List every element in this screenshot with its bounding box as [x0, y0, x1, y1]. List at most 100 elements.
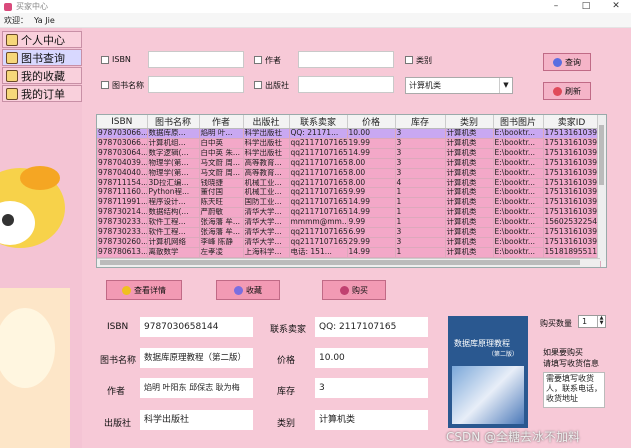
table-cell: 陈天旺 [199, 197, 244, 209]
mascot-illustration [0, 166, 70, 448]
buy-button[interactable]: 购买 [322, 280, 386, 300]
sidebar-item-favorites[interactable]: 我的收藏 [2, 67, 82, 84]
detail-title-value: 数据库原理教程（第二版） [140, 348, 253, 368]
address-textarea[interactable]: 需要填写收货人，联系电话，收货地址 [543, 372, 605, 408]
column-header[interactable]: 图书图片 [493, 115, 544, 129]
table-cell: 3 [395, 158, 446, 169]
table-horizontal-scrollbar[interactable] [97, 258, 600, 267]
minimize-button[interactable]: – [541, 0, 571, 13]
table-cell: 3 [395, 128, 446, 139]
column-header[interactable]: 联系卖家 [289, 115, 348, 129]
table-vertical-scrollbar[interactable] [597, 115, 606, 261]
column-header[interactable]: ISBN [97, 115, 148, 129]
column-header[interactable]: 出版社 [243, 115, 290, 129]
table-row[interactable]: 978730233... 软件工程... 张海藩 牟... 清华大学... mmmm@m… [97, 217, 601, 229]
isbn-checkbox[interactable] [101, 56, 109, 64]
favorite-button[interactable]: 收藏 [216, 280, 280, 300]
table-cell: 10.00 [347, 128, 396, 139]
table-cell: 17513161039 [543, 197, 601, 209]
table-cell: 计算机类 [445, 158, 494, 169]
refresh-button-label: 刷新 [565, 86, 581, 96]
title-search-input[interactable] [148, 76, 244, 93]
detail-category-value: 计算机类 [315, 410, 428, 430]
table-cell: 9.99 [347, 187, 396, 199]
refresh-button[interactable]: 刷新 [543, 82, 591, 100]
table-row[interactable]: 978703064... 数字逻辑(... 白中英 朱... 科学出版社 qq21171… [97, 148, 601, 159]
table-cell: 1 [395, 187, 446, 199]
table-cell: 计算机网络 [147, 237, 200, 248]
table-cell: 3 [395, 168, 446, 179]
search-button[interactable]: 查询 [543, 53, 591, 71]
quantity-spinner[interactable]: 1 ▲ ▼ [578, 315, 606, 328]
column-header[interactable]: 作者 [199, 115, 244, 129]
table-cell: 1 [395, 207, 446, 219]
table-cell: 17513161039 [543, 158, 601, 169]
close-button[interactable]: ✕ [601, 0, 631, 13]
author-checkbox[interactable] [254, 56, 262, 64]
author-search-input[interactable] [298, 51, 394, 68]
table-cell: 清华大学... [243, 227, 290, 238]
table-cell: 17513161039 [543, 138, 601, 149]
table-row[interactable]: 978703066... 数据库原... 焰明 叶... 科学出版社 QQ: 21171… [97, 128, 601, 139]
sidebar-item-book-search[interactable]: 图书查询 [2, 49, 82, 66]
table-cell: 17513161039 [543, 227, 601, 238]
column-header[interactable]: 图书名称 [147, 115, 200, 129]
table-cell: 计算机类 [445, 138, 494, 149]
table-row[interactable]: 978711154... 3D拉汇编... 钱晓捷 机械工业... qq21171071… [97, 178, 601, 189]
table-row[interactable]: 978704039... 物理学(第... 马文蔚 周... 高等教育... qq211… [97, 158, 601, 169]
maximize-button[interactable]: □ [571, 0, 601, 13]
category-select[interactable]: 计算机类 ▼ [405, 77, 513, 94]
table-cell: 科学出版社 [243, 128, 290, 139]
category-select-value: 计算机类 [409, 81, 441, 90]
table-cell: qq2117107165 [289, 227, 348, 238]
table-cell: qq2117107165 [289, 168, 348, 179]
table-cell: 978730233... [97, 217, 148, 229]
table-cell: 数据库原... [147, 128, 200, 139]
detail-stock-label: 库存 [277, 387, 296, 397]
table-cell: 978703064... [97, 148, 148, 159]
table-cell: E:\booktr... [493, 197, 544, 209]
detail-stock-value: 3 [315, 378, 428, 398]
view-details-button[interactable]: 查看详情 [106, 280, 182, 300]
publisher-search-input[interactable] [298, 76, 394, 93]
sidebar: 个人中心 图书查询 我的收藏 我的订单 [0, 28, 82, 448]
table-row[interactable]: 978730260... 计算机网络 李峰 陈静 清华大学... qq211710716… [97, 237, 601, 248]
title-checkbox[interactable] [101, 81, 109, 89]
sidebar-item-personal-center[interactable]: 个人中心 [2, 31, 82, 48]
column-header[interactable]: 类别 [445, 115, 494, 129]
table-cell: 计算机类 [445, 227, 494, 238]
chevron-down-icon: ▼ [499, 78, 512, 93]
table-cell: 焰明 叶... [199, 128, 244, 139]
table-row[interactable]: 978704040... 物理学(第... 马文蔚 周... 高等教育... qq211… [97, 168, 601, 179]
table-cell: 17513161039 [543, 128, 601, 139]
book-table[interactable]: ISBN 图书名称 作者 出版社 联系卖家 价格 库存 类别 图书图片 卖家ID 97870306… [96, 114, 607, 268]
table-row[interactable]: 978711160... Python程... 董付国 机械工业... qq211710… [97, 187, 601, 199]
column-header[interactable]: 价格 [347, 115, 396, 129]
sidebar-item-orders[interactable]: 我的订单 [2, 85, 82, 102]
table-row[interactable]: 978730214... 数据结构(... 严蔚敏 清华大学... qq21171071… [97, 207, 601, 219]
isbn-filter-label: ISBN [112, 55, 131, 64]
table-cell: 3 [395, 227, 446, 238]
favorite-label: 收藏 [246, 285, 262, 295]
table-cell: qq2117107165 [289, 158, 348, 169]
app-icon [4, 2, 12, 11]
table-row[interactable]: 978711991... 程序设计... 陈天旺 国防工业... qq211710716… [97, 197, 601, 209]
table-cell: 1 [395, 197, 446, 209]
table-row[interactable]: 978730233... 软件工程... 张海藩 牟... 清华大学... qq2117… [97, 227, 601, 238]
column-header[interactable]: 库存 [395, 115, 446, 129]
publisher-checkbox[interactable] [254, 81, 262, 89]
table-row[interactable]: 978703066... 计算机组... 白中英 科学出版社 qq2117107165 1… [97, 138, 601, 149]
category-checkbox[interactable] [405, 56, 413, 64]
table-cell: 8.00 [347, 168, 396, 179]
detail-price-value: 10.00 [315, 348, 428, 368]
detail-title-label: 图书名称 [100, 356, 137, 366]
table-cell: 计算机类 [445, 187, 494, 199]
table-cell: 高等教育... [243, 168, 290, 179]
column-header[interactable]: 卖家ID [543, 115, 601, 129]
spinner-arrows-icon[interactable]: ▲ ▼ [597, 316, 605, 327]
table-cell: 978730260... [97, 237, 148, 248]
table-cell: 9.99 [347, 217, 396, 229]
table-cell: E:\booktr... [493, 247, 544, 258]
isbn-search-input[interactable] [148, 51, 244, 68]
table-row[interactable]: 978780613... 离散数学 左孝凌 上海科学... 电话: 151... 14.9… [97, 247, 601, 258]
